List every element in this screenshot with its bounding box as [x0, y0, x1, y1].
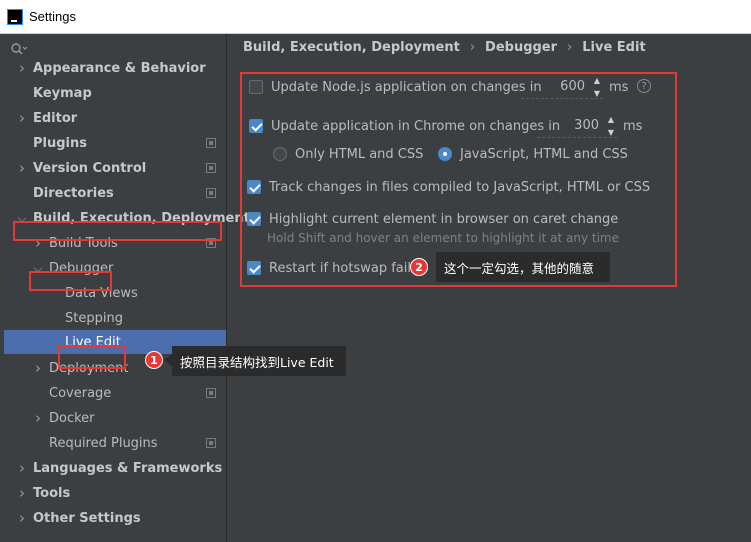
sidebar-item[interactable]: ⌵ Build, Execution, Deployment	[0, 206, 249, 230]
restart-label[interactable]: Restart if hotswap fails	[269, 261, 418, 276]
project-scope-icon	[206, 188, 216, 198]
chrome-update-delay-spinner[interactable]: 300 ▲ ▼	[537, 114, 617, 138]
step-badge-1: 1	[145, 351, 163, 369]
chrome-update-row: Update application in Chrome on changes …	[249, 117, 560, 135]
sidebar-item-label: Deployment	[49, 360, 129, 376]
sidebar-item[interactable]: › Docker	[0, 406, 226, 430]
callout-2: 这个一定勾选，其他的随意	[436, 252, 610, 282]
window-titlebar: Settings	[0, 0, 751, 34]
chevron-down-icon[interactable]: ⌵	[16, 211, 28, 225]
radio-js-html-css[interactable]: JavaScript, HTML and CSS	[438, 145, 628, 163]
sidebar-item-label: Other Settings	[33, 510, 141, 526]
breadcrumb-separator-icon: ›	[469, 39, 476, 55]
sidebar-item-label: Plugins	[33, 135, 87, 151]
chevron-right-icon[interactable]: ›	[16, 509, 28, 527]
node-update-checkbox[interactable]	[249, 80, 263, 94]
sidebar-item[interactable]: Required Plugins	[0, 431, 226, 455]
chrome-update-checkbox[interactable]	[249, 119, 263, 133]
radio-button-selected[interactable]	[438, 147, 452, 161]
sidebar-item-label: Build, Execution, Deployment	[33, 210, 250, 226]
track-changes-row: Track changes in files compiled to JavaS…	[247, 178, 650, 196]
node-update-delay-value[interactable]: 600	[521, 79, 591, 94]
highlight-row: Highlight current element in browser on …	[247, 210, 618, 228]
sidebar-item[interactable]: › Version Control	[0, 156, 226, 180]
project-scope-icon	[206, 238, 216, 248]
sidebar-item[interactable]: Stepping	[0, 306, 226, 330]
chevron-right-icon[interactable]: ›	[16, 159, 28, 177]
breadcrumb-separator-icon: ›	[567, 39, 573, 55]
sidebar-item-label: Tools	[33, 485, 71, 501]
project-scope-icon	[206, 388, 216, 398]
breadcrumb-item[interactable]: Debugger	[485, 40, 557, 55]
sidebar-item-label: Stepping	[65, 310, 123, 326]
node-update-row: Update Node.js application on changes in	[249, 78, 542, 96]
sidebar-item-label: Directories	[33, 185, 114, 201]
node-update-label[interactable]: Update Node.js application on changes in	[271, 80, 542, 95]
sidebar-item-label: Keymap	[33, 85, 92, 101]
sidebar-item[interactable]: › Languages & Frameworks	[0, 456, 226, 480]
breadcrumb: Build, Execution, Deployment › Debugger …	[243, 38, 646, 56]
sidebar-item[interactable]: Directories	[0, 181, 226, 205]
chevron-right-icon[interactable]: ›	[32, 359, 44, 377]
sidebar-item-label: Build Tools	[49, 235, 118, 251]
sidebar-item[interactable]: › Tools	[0, 481, 226, 505]
radio-js-html-css-label[interactable]: JavaScript, HTML and CSS	[460, 147, 628, 162]
sidebar-item[interactable]: › Appearance & Behavior	[0, 56, 226, 80]
restart-row: Restart if hotswap fails	[247, 259, 418, 277]
sidebar-item-label: Editor	[33, 110, 78, 126]
app-icon	[7, 8, 23, 25]
sidebar-item[interactable]: Data Views	[0, 281, 226, 305]
chrome-update-unit: ms	[623, 118, 643, 134]
radio-only-html-css-label[interactable]: Only HTML and CSS	[295, 147, 423, 162]
project-scope-icon	[206, 438, 216, 448]
settings-sidebar: › Appearance & Behavior Keymap › Editor Plugi…	[0, 34, 250, 542]
help-icon[interactable]: ?	[637, 79, 651, 93]
chevron-right-icon[interactable]: ›	[16, 459, 28, 477]
sidebar-item-label: Languages & Frameworks	[33, 460, 223, 476]
restart-checkbox[interactable]	[247, 261, 261, 275]
sidebar-item-label: Coverage	[49, 385, 112, 401]
sidebar-item[interactable]: › Other Settings	[0, 506, 226, 530]
chrome-update-delay-value[interactable]: 300	[537, 118, 605, 133]
spinner-arrows-icon[interactable]: ▲ ▼	[591, 76, 603, 98]
sidebar-item-label: Version Control	[33, 160, 147, 176]
track-changes-checkbox[interactable]	[247, 180, 261, 194]
sidebar-item-label: Appearance & Behavior	[33, 60, 206, 76]
highlight-hint: Hold Shift and hover an element to highl…	[267, 231, 620, 245]
callout-1: 按照目录结构找到Live Edit	[172, 346, 346, 376]
sidebar-item-label: Debugger	[49, 260, 114, 276]
sidebar-item-label: Required Plugins	[49, 435, 158, 451]
chevron-right-icon[interactable]: ›	[32, 409, 44, 427]
breadcrumb-item[interactable]: Build, Execution, Deployment	[243, 40, 460, 55]
chevron-right-icon[interactable]: ›	[16, 59, 28, 77]
sidebar-item[interactable]: Keymap	[0, 81, 226, 105]
highlight-checkbox[interactable]	[247, 212, 261, 226]
breadcrumb-item: Live Edit	[582, 39, 646, 55]
step-badge-2: 2	[410, 258, 428, 276]
sidebar-item[interactable]: › Editor	[0, 106, 226, 130]
chevron-right-icon[interactable]: ›	[32, 234, 44, 252]
sidebar-item[interactable]: › Build Tools	[0, 231, 226, 255]
node-update-delay-spinner[interactable]: 600 ▲ ▼	[521, 75, 603, 99]
project-scope-icon	[206, 138, 216, 148]
chevron-right-icon[interactable]: ›	[16, 484, 28, 502]
chevron-down-icon[interactable]: ⌵	[32, 261, 44, 275]
radio-only-html-css[interactable]: Only HTML and CSS	[273, 145, 423, 163]
project-scope-icon	[206, 163, 216, 173]
sidebar-item[interactable]: Plugins	[0, 131, 226, 155]
search-icon	[11, 43, 28, 55]
sidebar-item-label: Data Views	[65, 285, 138, 301]
spinner-arrows-icon[interactable]: ▲ ▼	[605, 115, 617, 137]
window-title: Settings	[29, 9, 76, 24]
chrome-update-label[interactable]: Update application in Chrome on changes …	[271, 119, 560, 134]
chevron-right-icon[interactable]: ›	[16, 109, 28, 127]
sidebar-item-label: Live Edit	[65, 334, 121, 350]
node-update-unit: ms	[609, 79, 629, 95]
highlight-label[interactable]: Highlight current element in browser on …	[269, 212, 618, 227]
radio-button[interactable]	[273, 147, 287, 161]
sidebar-item[interactable]: Coverage	[0, 381, 226, 405]
sidebar-item[interactable]: ⌵ Debugger	[0, 256, 226, 280]
sidebar-item-label: Docker	[49, 410, 95, 426]
track-changes-label[interactable]: Track changes in files compiled to JavaS…	[269, 180, 650, 195]
